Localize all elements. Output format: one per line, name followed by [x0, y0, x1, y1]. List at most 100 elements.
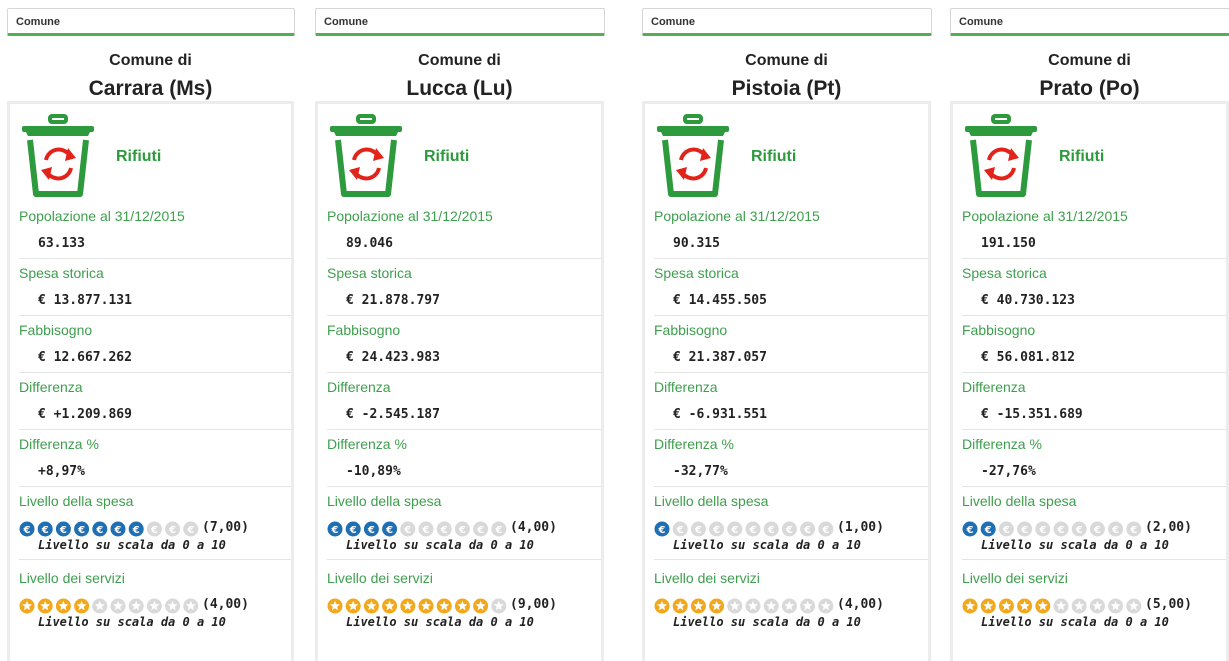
euro-coin-icon: € [19, 521, 35, 537]
svg-text:€: € [23, 525, 31, 536]
svg-text:€: € [403, 525, 411, 536]
category-label: Rifiuti [424, 148, 470, 165]
star-icon [491, 598, 507, 614]
livello-servizi-label: Livello dei servizi [327, 570, 433, 586]
trash-bin-recycle-icon [330, 114, 402, 197]
comune-card: Rifiuti Popolazione al 31/12/2015 90.315 Sp… [642, 101, 931, 661]
star-icon [454, 598, 470, 614]
livello-spesa-score: (7,00) [202, 520, 249, 535]
livello-servizi-scale: Livello su scala da 0 a 10 [673, 615, 861, 629]
svg-text:€: € [1057, 525, 1065, 536]
comune-card: Rifiuti Popolazione al 31/12/2015 89.046 Sp… [315, 101, 604, 661]
row-divider [327, 559, 601, 560]
popolazione-label: Popolazione al 31/12/2015 [654, 208, 820, 224]
euro-coin-icon: € [962, 521, 978, 537]
livello-servizi-rating [19, 598, 201, 614]
livello-spesa-score: (2,00) [1145, 520, 1192, 535]
livello-servizi-rating [962, 598, 1144, 614]
fabbisogno-label: Fabbisogno [327, 322, 401, 338]
category-label: Rifiuti [116, 148, 162, 165]
euro-coin-icon: € [183, 521, 199, 537]
euro-coin-icon: € [165, 521, 181, 537]
row-divider [962, 315, 1226, 316]
comune-selector-label: Comune [324, 16, 368, 28]
spesa-storica-value: € 13.877.131 [38, 293, 132, 308]
euro-coin-icon: € [818, 521, 834, 537]
livello-spesa-rating: € € € € € € € € € € [654, 521, 836, 537]
euro-coin-icon: € [727, 521, 743, 537]
comune-selector[interactable]: Comune [642, 8, 932, 36]
popolazione-value: 90.315 [673, 236, 720, 251]
row-divider [654, 372, 928, 373]
euro-coin-icon: € [400, 521, 416, 537]
category-label: Rifiuti [751, 148, 797, 165]
row-divider [962, 372, 1226, 373]
star-icon [962, 598, 978, 614]
livello-spesa-rating: € € € € € € € € € € [327, 521, 509, 537]
euro-coin-icon: € [672, 521, 688, 537]
livello-servizi-rating [654, 598, 836, 614]
star-icon [363, 598, 379, 614]
svg-text:€: € [95, 525, 103, 536]
comune-selector[interactable]: Comune [315, 8, 605, 36]
svg-text:€: € [132, 525, 140, 536]
row-divider [962, 258, 1226, 259]
trash-bin-recycle-icon [22, 114, 94, 197]
euro-coin-icon: € [980, 521, 996, 537]
star-icon [818, 598, 834, 614]
comune-selector[interactable]: Comune [7, 8, 295, 36]
differenza-label: Differenza [654, 379, 718, 395]
comune-column: Comune Comune di Lucca (Lu) Rifiuti Popolaz… [315, 0, 605, 661]
comune-selector-label: Comune [16, 16, 60, 28]
euro-coin-icon: € [382, 521, 398, 537]
svg-text:€: € [658, 525, 666, 536]
livello-servizi-score: (5,00) [1145, 597, 1192, 612]
livello-spesa-rating: € € € € € € € € € € [19, 521, 201, 537]
svg-text:€: € [59, 525, 67, 536]
livello-spesa-label: Livello della spesa [654, 493, 769, 509]
star-icon [1017, 598, 1033, 614]
row-divider [962, 486, 1226, 487]
comune-title-prefix: Comune di [418, 52, 501, 69]
svg-text:€: € [984, 525, 992, 536]
star-icon [110, 598, 126, 614]
spesa-storica-value: € 21.878.797 [346, 293, 440, 308]
svg-text:€: € [1111, 525, 1119, 536]
svg-text:€: € [168, 525, 176, 536]
euro-coin-icon: € [1053, 521, 1069, 537]
euro-coin-icon: € [92, 521, 108, 537]
row-divider [19, 429, 291, 430]
row-divider [654, 315, 928, 316]
svg-text:€: € [749, 525, 757, 536]
svg-text:€: € [1002, 525, 1010, 536]
comune-title-prefix: Comune di [745, 52, 828, 69]
livello-spesa-scale: Livello su scala da 0 a 10 [673, 538, 861, 552]
star-icon [473, 598, 489, 614]
star-icon [800, 598, 816, 614]
row-divider [19, 315, 291, 316]
comune-selector[interactable]: Comune [950, 8, 1229, 36]
row-divider [327, 315, 601, 316]
svg-text:€: € [1093, 525, 1101, 536]
euro-coin-icon: € [709, 521, 725, 537]
livello-spesa-score: (4,00) [510, 520, 557, 535]
comune-column: Comune Comune di Pistoia (Pt) Rifiuti Popol… [642, 0, 932, 661]
category-icon-wrap [963, 114, 1039, 200]
differenza-pct-value: +8,97% [38, 464, 85, 479]
comune-name: Carrara (Ms) [88, 77, 213, 100]
spesa-storica-value: € 14.455.505 [673, 293, 767, 308]
star-icon [128, 598, 144, 614]
differenza-label: Differenza [327, 379, 391, 395]
svg-text:€: € [1129, 525, 1137, 536]
popolazione-value: 63.133 [38, 236, 85, 251]
euro-coin-icon: € [110, 521, 126, 537]
star-icon [745, 598, 761, 614]
differenza-pct-label: Differenza % [327, 436, 407, 452]
livello-servizi-scale: Livello su scala da 0 a 10 [346, 615, 534, 629]
livello-servizi-scale: Livello su scala da 0 a 10 [38, 615, 226, 629]
differenza-pct-label: Differenza % [654, 436, 734, 452]
euro-coin-icon: € [146, 521, 162, 537]
svg-text:€: € [1075, 525, 1083, 536]
differenza-pct-value: -27,76% [981, 464, 1036, 479]
euro-coin-icon: € [128, 521, 144, 537]
